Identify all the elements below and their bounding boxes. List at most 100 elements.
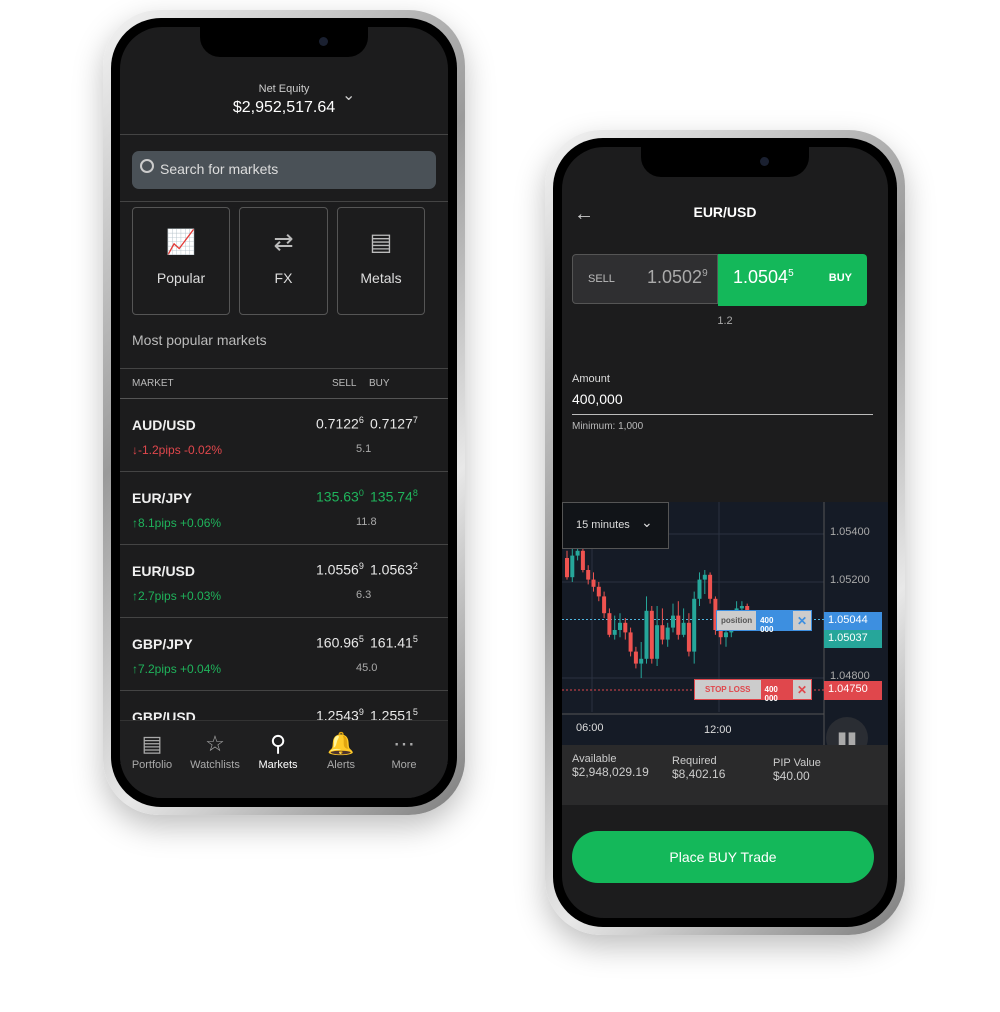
stoploss-price: 1.04750 <box>824 681 882 700</box>
tile-fx[interactable]: ⇄ FX <box>239 207 328 315</box>
market-row[interactable]: EUR/USD ↑2.7pips +0.03% 1.05569 1.05632 … <box>120 545 448 618</box>
chevron-down-icon: ⌄ <box>641 514 653 530</box>
market-spread: 45.0 <box>356 662 378 674</box>
candle <box>607 613 612 635</box>
equity-value: $2,952,517.64 <box>232 99 336 116</box>
close-icon[interactable]: ✕ <box>792 611 811 630</box>
candle <box>612 630 617 635</box>
candle <box>697 579 702 599</box>
timeframe-value: 15 minutes <box>576 519 630 531</box>
buy-price[interactable]: 135.748 <box>370 488 418 505</box>
market-change: ↑2.7pips +0.03% <box>132 589 222 603</box>
sell-label: SELL <box>588 273 615 285</box>
sell-price[interactable]: 160.965 <box>316 634 364 651</box>
candle <box>633 651 638 664</box>
buy-price: 1.05045 <box>733 267 794 287</box>
market-spread: 11.8 <box>356 516 377 528</box>
spread: 1.2 <box>717 315 733 327</box>
notch <box>641 147 809 177</box>
close-icon[interactable]: ✕ <box>792 680 811 699</box>
tile-label: Metals <box>360 270 402 286</box>
available: Available $2,948,029.19 <box>572 753 649 779</box>
tile-label: Popular <box>156 270 206 286</box>
nav-markets[interactable]: ⚲ Markets <box>248 731 308 771</box>
place-trade-button[interactable]: Place BUY Trade <box>572 831 874 883</box>
tile-popular[interactable]: 📈 Popular <box>132 207 230 315</box>
candle <box>686 622 691 652</box>
market-change: ↑7.2pips +0.04% <box>132 662 222 676</box>
amount-minimum: Minimum: 1,000 <box>572 421 644 432</box>
candle <box>739 606 744 609</box>
sell-button[interactable]: SELL 1.05029 <box>572 254 718 304</box>
candle <box>660 625 665 640</box>
market-name: GBP/JPY <box>132 636 193 652</box>
candle <box>575 550 580 556</box>
market-spread: 5.1 <box>356 443 372 455</box>
search-input[interactable]: Search for markets <box>132 151 436 189</box>
candle <box>681 622 686 635</box>
sell-price[interactable]: 135.630 <box>316 488 364 505</box>
stoploss-order[interactable]: STOP LOSS 400 000 ✕ <box>694 679 812 703</box>
col-sell: SELL <box>332 378 357 389</box>
tile-metals[interactable]: ▤ Metals <box>337 207 425 315</box>
candle <box>596 586 601 597</box>
market-row[interactable]: EUR/JPY ↑8.1pips +0.06% 135.630 135.748 … <box>120 472 448 545</box>
nav-alerts[interactable]: 🔔 Alerts <box>311 731 371 771</box>
portfolio-icon: ▤ <box>141 731 163 756</box>
gold-bars-icon: ▤ <box>369 229 393 256</box>
candle <box>724 632 728 638</box>
candle <box>649 610 654 659</box>
watchlist-icon: ☆ <box>205 731 225 756</box>
trade-screen: ← EUR/USD SELL 1.05029 1.05045 BUY 1.2 A… <box>562 147 888 918</box>
position-order[interactable]: position 400 000 ✕ <box>716 610 812 634</box>
market-change: ↓-1.2pips -0.02% <box>132 443 223 457</box>
buy-price[interactable]: 161.415 <box>370 634 418 651</box>
pip-value: PIP Value $40.00 <box>773 757 821 783</box>
chevron-down-icon[interactable]: ⌄ <box>342 85 355 105</box>
amount-input[interactable]: 400,000 <box>572 391 873 415</box>
net-equity[interactable]: Net Equity $2,952,517.64 <box>120 83 448 117</box>
buy-button[interactable]: 1.05045 BUY <box>718 254 867 306</box>
y-tick: 1.05400 <box>830 526 870 538</box>
bell-icon: 🔔 <box>327 731 355 756</box>
nav-portfolio[interactable]: ▤ Portfolio <box>122 731 182 771</box>
search-icon: ⚲ <box>269 731 287 756</box>
candle <box>586 570 591 580</box>
candle <box>565 558 569 578</box>
phone-trade: ← EUR/USD SELL 1.05029 1.05045 BUY 1.2 A… <box>545 130 905 935</box>
sell-price[interactable]: 1.05569 <box>316 561 364 578</box>
candle <box>628 632 633 652</box>
chart-line-icon: 📈 <box>166 229 196 256</box>
equity-label: Net Equity <box>258 83 310 95</box>
market-change: ↑8.1pips +0.06% <box>132 516 222 530</box>
price-chart[interactable]: 15 minutes ⌄ 1.05400 1.05200 1.04800 06:… <box>562 502 888 745</box>
nav-watchlists[interactable]: ☆ Watchlists <box>185 731 245 771</box>
buy-label: BUY <box>828 272 852 284</box>
buy-price[interactable]: 0.71277 <box>370 415 418 432</box>
candle <box>591 579 596 587</box>
candle <box>702 574 707 580</box>
market-name: AUD/USD <box>132 417 196 433</box>
market-row[interactable]: AUD/USD ↓-1.2pips -0.02% 0.71226 0.71277… <box>120 399 448 472</box>
notch <box>200 27 368 57</box>
bottom-nav: ▤ Portfolio ☆ Watchlists ⚲ Markets 🔔 Alerts ⋯ Mor… <box>120 720 448 798</box>
candle <box>655 625 660 659</box>
x-tick: 06:00 <box>576 722 604 734</box>
search-placeholder: Search for markets <box>160 161 279 177</box>
position-qty: 400 000 <box>756 611 793 634</box>
candle <box>671 615 675 628</box>
market-title: EUR/USD <box>693 204 757 220</box>
sell-price[interactable]: 0.71226 <box>316 415 364 432</box>
market-row[interactable]: GBP/JPY ↑7.2pips +0.04% 160.965 161.415 … <box>120 618 448 691</box>
phone-markets: Net Equity $2,952,517.64 ⌄ Search for ma… <box>103 10 465 815</box>
nav-more[interactable]: ⋯ More <box>374 731 434 771</box>
market-spread: 6.3 <box>356 589 372 601</box>
position-label: position <box>717 611 757 630</box>
buy-price[interactable]: 1.05632 <box>370 561 418 578</box>
market-name: EUR/JPY <box>132 490 192 506</box>
candle <box>692 598 697 652</box>
candle <box>676 615 681 635</box>
timeframe-select[interactable]: 15 minutes ⌄ <box>562 502 669 549</box>
candle <box>639 658 644 664</box>
col-buy: BUY <box>369 378 390 389</box>
